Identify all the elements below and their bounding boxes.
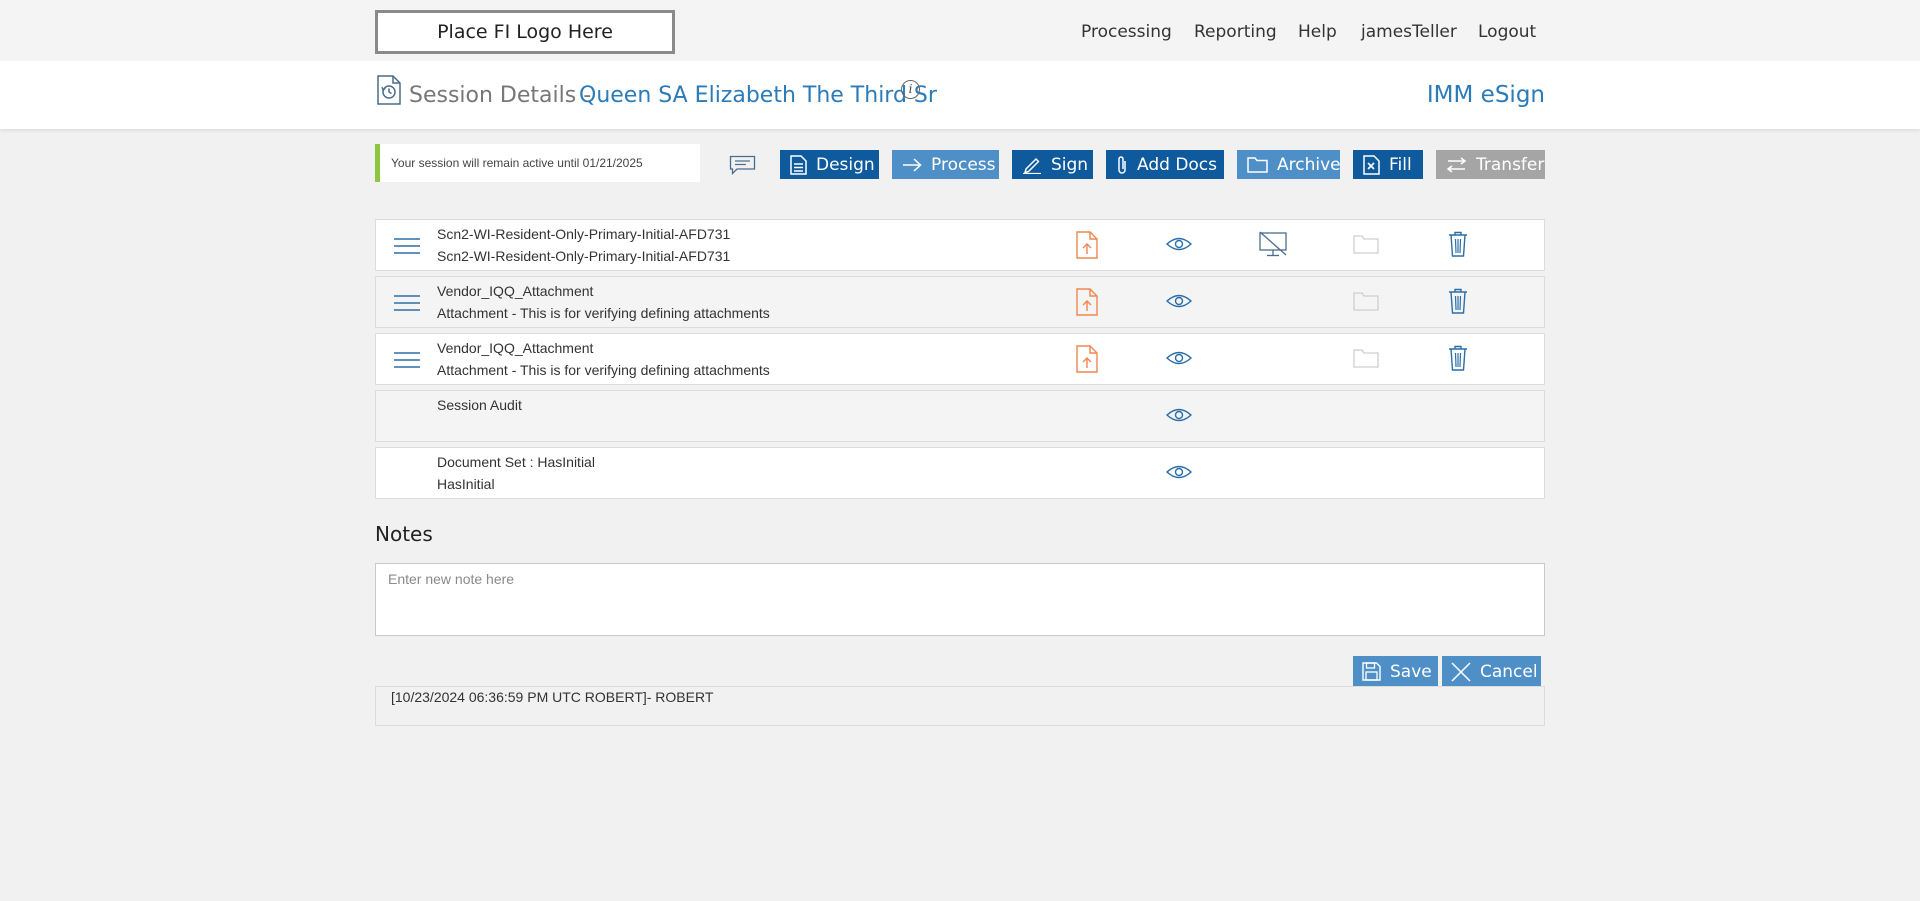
- archive-button-label: Archive: [1277, 154, 1341, 175]
- drag-handle-icon[interactable]: [393, 292, 421, 314]
- save-button-label: Save: [1390, 661, 1432, 682]
- fill-button-label: Fill: [1389, 154, 1412, 175]
- trash-icon[interactable]: [1448, 345, 1468, 371]
- arrow-right-icon: [903, 157, 922, 172]
- folder-icon[interactable]: [1353, 348, 1379, 368]
- nav-reporting-link[interactable]: Reporting: [1194, 22, 1277, 42]
- top-navigation-bar: Place FI Logo Here Processing Reporting …: [0, 0, 1920, 61]
- document-row: Vendor_IQQ_Attachment Attachment - This …: [375, 333, 1545, 385]
- drag-handle-icon[interactable]: [393, 235, 421, 257]
- eye-icon[interactable]: [1166, 293, 1192, 309]
- transfer-icon: [1446, 156, 1467, 173]
- page-header: Session Details - Queen SA Elizabeth The…: [0, 61, 1920, 129]
- cancel-button-label: Cancel: [1480, 661, 1538, 682]
- main-nav: Processing Reporting Help jamesTeller Lo…: [0, 22, 1920, 44]
- paperclip-icon: [1118, 155, 1126, 174]
- document-title: Vendor_IQQ_Attachment: [437, 283, 594, 299]
- save-icon: [1362, 662, 1381, 681]
- eye-icon[interactable]: [1166, 350, 1192, 366]
- nav-user-link[interactable]: jamesTeller: [1361, 22, 1457, 42]
- cancel-note-button[interactable]: Cancel: [1442, 656, 1541, 687]
- page-title: Session Details -: [409, 83, 592, 108]
- file-upload-icon[interactable]: [1076, 345, 1098, 373]
- info-icon[interactable]: i: [901, 80, 920, 99]
- file-upload-icon[interactable]: [1076, 288, 1098, 316]
- folder-icon[interactable]: [1353, 234, 1379, 254]
- document-description: Attachment - This is for verifying defin…: [437, 362, 770, 378]
- document-title: Document Set : HasInitial: [437, 454, 595, 470]
- add-docs-button-label: Add Docs: [1137, 154, 1218, 175]
- file-upload-icon[interactable]: [1076, 231, 1098, 259]
- folder-icon: [1247, 157, 1268, 173]
- transfer-button[interactable]: Transfer: [1436, 150, 1545, 179]
- document-title: Vendor_IQQ_Attachment: [437, 340, 594, 356]
- nav-processing-link[interactable]: Processing: [1081, 22, 1172, 42]
- trash-icon[interactable]: [1448, 231, 1468, 257]
- document-row: Document Set : HasInitial HasInitial: [375, 447, 1545, 499]
- drag-handle-icon[interactable]: [393, 349, 421, 371]
- design-icon: [790, 154, 807, 175]
- document-description: HasInitial: [437, 476, 495, 492]
- eye-icon[interactable]: [1166, 236, 1192, 252]
- no-display-icon[interactable]: [1259, 231, 1287, 257]
- eye-icon[interactable]: [1166, 464, 1192, 480]
- session-expiry-notice: Your session will remain active until 01…: [375, 144, 700, 182]
- pen-icon: [1023, 157, 1041, 174]
- add-docs-button[interactable]: Add Docs: [1106, 150, 1224, 179]
- note-log-entry: [10/23/2024 06:36:59 PM UTC ROBERT]- ROB…: [375, 686, 1545, 726]
- notes-heading: Notes: [375, 522, 433, 546]
- new-note-input[interactable]: [375, 563, 1545, 636]
- document-description: Attachment - This is for verifying defin…: [437, 305, 770, 321]
- close-icon: [1451, 661, 1471, 682]
- fill-button[interactable]: Fill: [1353, 150, 1423, 179]
- nav-logout-link[interactable]: Logout: [1478, 22, 1536, 42]
- session-history-icon: [377, 75, 401, 105]
- nav-help-link[interactable]: Help: [1298, 22, 1337, 42]
- eye-icon[interactable]: [1166, 407, 1192, 423]
- fill-icon: [1363, 154, 1380, 175]
- process-button[interactable]: Process: [892, 150, 999, 179]
- trash-icon[interactable]: [1448, 288, 1468, 314]
- sign-button-label: Sign: [1051, 154, 1089, 175]
- comment-icon[interactable]: [729, 155, 756, 175]
- save-note-button[interactable]: Save: [1353, 656, 1438, 687]
- design-button-label: Design: [816, 154, 875, 175]
- transfer-button-label: Transfer: [1476, 154, 1545, 175]
- sign-button[interactable]: Sign: [1012, 150, 1093, 179]
- product-brand: IMM eSign: [1426, 82, 1545, 108]
- document-row: Scn2-WI-Resident-Only-Primary-Initial-AF…: [375, 219, 1545, 271]
- document-description: Scn2-WI-Resident-Only-Primary-Initial-AF…: [437, 248, 731, 264]
- document-title: Scn2-WI-Resident-Only-Primary-Initial-AF…: [437, 226, 731, 242]
- process-button-label: Process: [931, 154, 996, 175]
- document-row: Session Audit: [375, 390, 1545, 442]
- document-row: Vendor_IQQ_Attachment Attachment - This …: [375, 276, 1545, 328]
- design-button[interactable]: Design: [780, 150, 879, 179]
- document-title: Session Audit: [437, 397, 522, 413]
- archive-button[interactable]: Archive: [1237, 150, 1341, 179]
- client-name-link[interactable]: Queen SA Elizabeth The Third Sr: [579, 83, 937, 108]
- folder-icon[interactable]: [1353, 291, 1379, 311]
